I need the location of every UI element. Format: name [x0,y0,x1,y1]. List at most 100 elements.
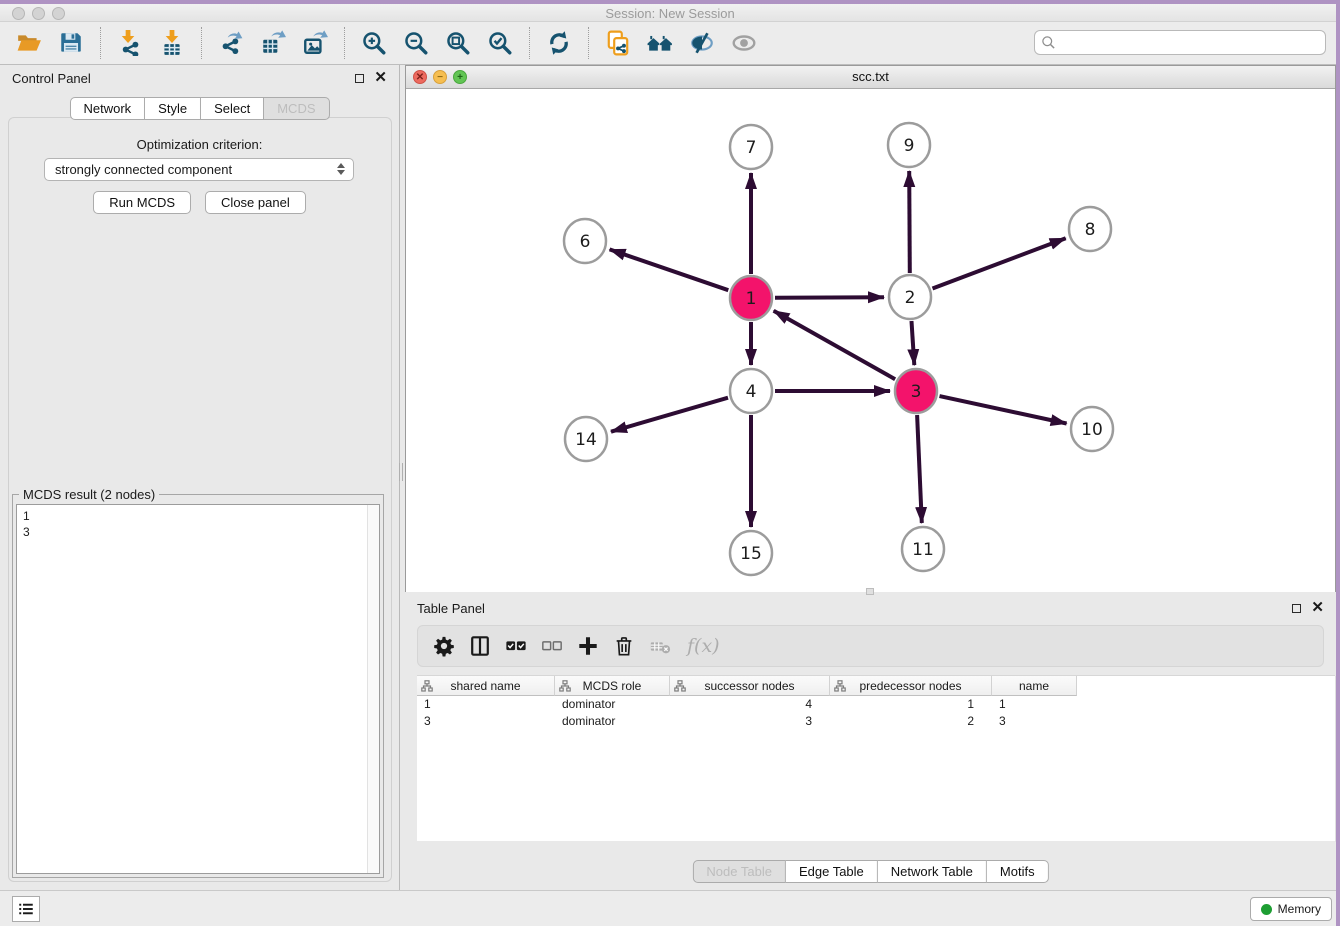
create-column-button[interactable] [573,631,603,661]
tab-select[interactable]: Select [201,97,264,120]
tab-node-table[interactable]: Node Table [692,860,786,883]
delete-table-button[interactable] [645,631,675,661]
graph-node-7[interactable]: 7 [730,125,772,169]
eye-disabled-icon [731,30,757,56]
table-cell[interactable]: 1 [417,696,555,713]
table-row[interactable]: 1dominator411 [417,696,1335,713]
network-window-titlebar[interactable]: ✕ − + scc.txt [406,66,1335,89]
table-row[interactable]: 3dominator323 [417,713,1335,730]
tab-network-table[interactable]: Network Table [878,860,987,883]
close-panel-button[interactable]: Close panel [205,191,306,214]
column-header-predecessor-nodes[interactable]: predecessor nodes [830,676,992,696]
graph-node-3[interactable]: 3 [895,369,937,413]
apply-layout-button[interactable] [542,27,576,59]
export-network-button[interactable] [214,27,248,59]
graph-node-15[interactable]: 15 [730,531,772,575]
graph-node-label: 4 [746,382,757,402]
table-cell[interactable]: dominator [555,713,670,730]
houses-icon [647,30,673,56]
tab-edge-table[interactable]: Edge Table [786,860,878,883]
column-header-shared-name[interactable]: shared name [417,676,555,696]
show-graphics-details-button[interactable] [727,27,761,59]
close-table-panel-icon[interactable]: ✕ [1311,603,1324,613]
node-table: shared nameMCDS rolesuccessor nodesprede… [417,675,1335,841]
table-settings-button[interactable] [429,631,459,661]
table-panel-header: Table Panel ✕ [405,595,1336,621]
graph-edge-4-14[interactable] [611,398,728,432]
graph-edge-2-8[interactable] [933,238,1066,288]
graph-edge-3-11[interactable] [917,415,922,523]
export-image-button[interactable] [298,27,332,59]
duplicate-network-icon [605,30,631,56]
run-mcds-button[interactable]: Run MCDS [93,191,191,214]
table-cell[interactable]: 4 [670,696,830,713]
graph-edge-1-6[interactable] [610,249,729,290]
column-header-name[interactable]: name [992,676,1077,696]
tab-mcds[interactable]: MCDS [264,97,329,120]
network-canvas[interactable]: 7 9 6 8 1 2 4 3 14 10 15 11 [406,89,1335,592]
graph-node-10[interactable]: 10 [1071,407,1113,451]
vertical-splitter[interactable] [399,463,403,481]
delete-column-button[interactable] [609,631,639,661]
close-panel-icon[interactable]: ✕ [374,73,387,83]
zoom-selected-button[interactable] [483,27,517,59]
graph-node-label: 2 [905,288,916,308]
mcds-result-scrollbar[interactable] [367,505,379,873]
tab-network[interactable]: Network [69,97,145,120]
select-all-columns-button[interactable] [501,631,531,661]
hide-graphics-details-button[interactable] [685,27,719,59]
float-table-panel-icon[interactable] [1292,604,1301,613]
graph-node-14[interactable]: 14 [565,417,607,461]
zoom-fit-button[interactable] [441,27,475,59]
graph-node-11[interactable]: 11 [902,527,944,571]
graph-node-8[interactable]: 8 [1069,207,1111,251]
graph-edge-3-10[interactable] [940,396,1067,423]
unselect-all-columns-button[interactable] [537,631,567,661]
table-cell[interactable]: 3 [670,713,830,730]
toolbar-separator [344,27,345,59]
mcds-result-list[interactable]: 1 3 [16,504,380,874]
graph-edge-2-3[interactable] [912,321,915,365]
graph-node-label: 1 [746,289,757,309]
search-input[interactable] [1034,30,1326,55]
memory-button[interactable]: Memory [1250,897,1332,921]
graph-node-9[interactable]: 9 [888,123,930,167]
control-panel-title: Control Panel [12,71,91,86]
task-history-button[interactable] [12,896,40,922]
function-builder-button[interactable]: f(x) [681,631,720,661]
table-cell[interactable]: 1 [992,696,1077,713]
mcds-result-title: MCDS result (2 nodes) [19,487,159,502]
table-cell[interactable]: 3 [417,713,555,730]
graph-node-2[interactable]: 2 [889,275,931,319]
graph-edge-3-1[interactable] [774,311,896,379]
optimization-criterion-dropdown[interactable]: strongly connected component [44,158,354,181]
horizontal-splitter[interactable] [866,588,874,595]
network-window-title: scc.txt [406,69,1335,84]
import-network-button[interactable] [113,27,147,59]
export-table-button[interactable] [256,27,290,59]
import-table-button[interactable] [155,27,189,59]
float-panel-icon[interactable] [355,74,364,83]
graph-node-1[interactable]: 1 [730,276,772,320]
graph-edge-1-2[interactable] [775,297,884,298]
show-columns-button[interactable] [465,631,495,661]
graph-node-4[interactable]: 4 [730,369,772,413]
graph-node-6[interactable]: 6 [564,219,606,263]
column-type-icon [674,680,686,692]
duplicate-network-button[interactable] [601,27,635,59]
zoom-in-button[interactable] [357,27,391,59]
export-network-icon [218,30,244,56]
save-session-button[interactable] [54,27,88,59]
table-cell[interactable]: 3 [992,713,1077,730]
table-cell[interactable]: 2 [830,713,992,730]
table-cell[interactable]: dominator [555,696,670,713]
tab-style[interactable]: Style [145,97,201,120]
open-session-button[interactable] [12,27,46,59]
column-header-MCDS-role[interactable]: MCDS role [555,676,670,696]
graph-edge-2-9[interactable] [909,171,910,273]
table-cell[interactable]: 1 [830,696,992,713]
column-header-successor-nodes[interactable]: successor nodes [670,676,830,696]
zoom-out-button[interactable] [399,27,433,59]
network-home-button[interactable] [643,27,677,59]
tab-motifs[interactable]: Motifs [987,860,1049,883]
